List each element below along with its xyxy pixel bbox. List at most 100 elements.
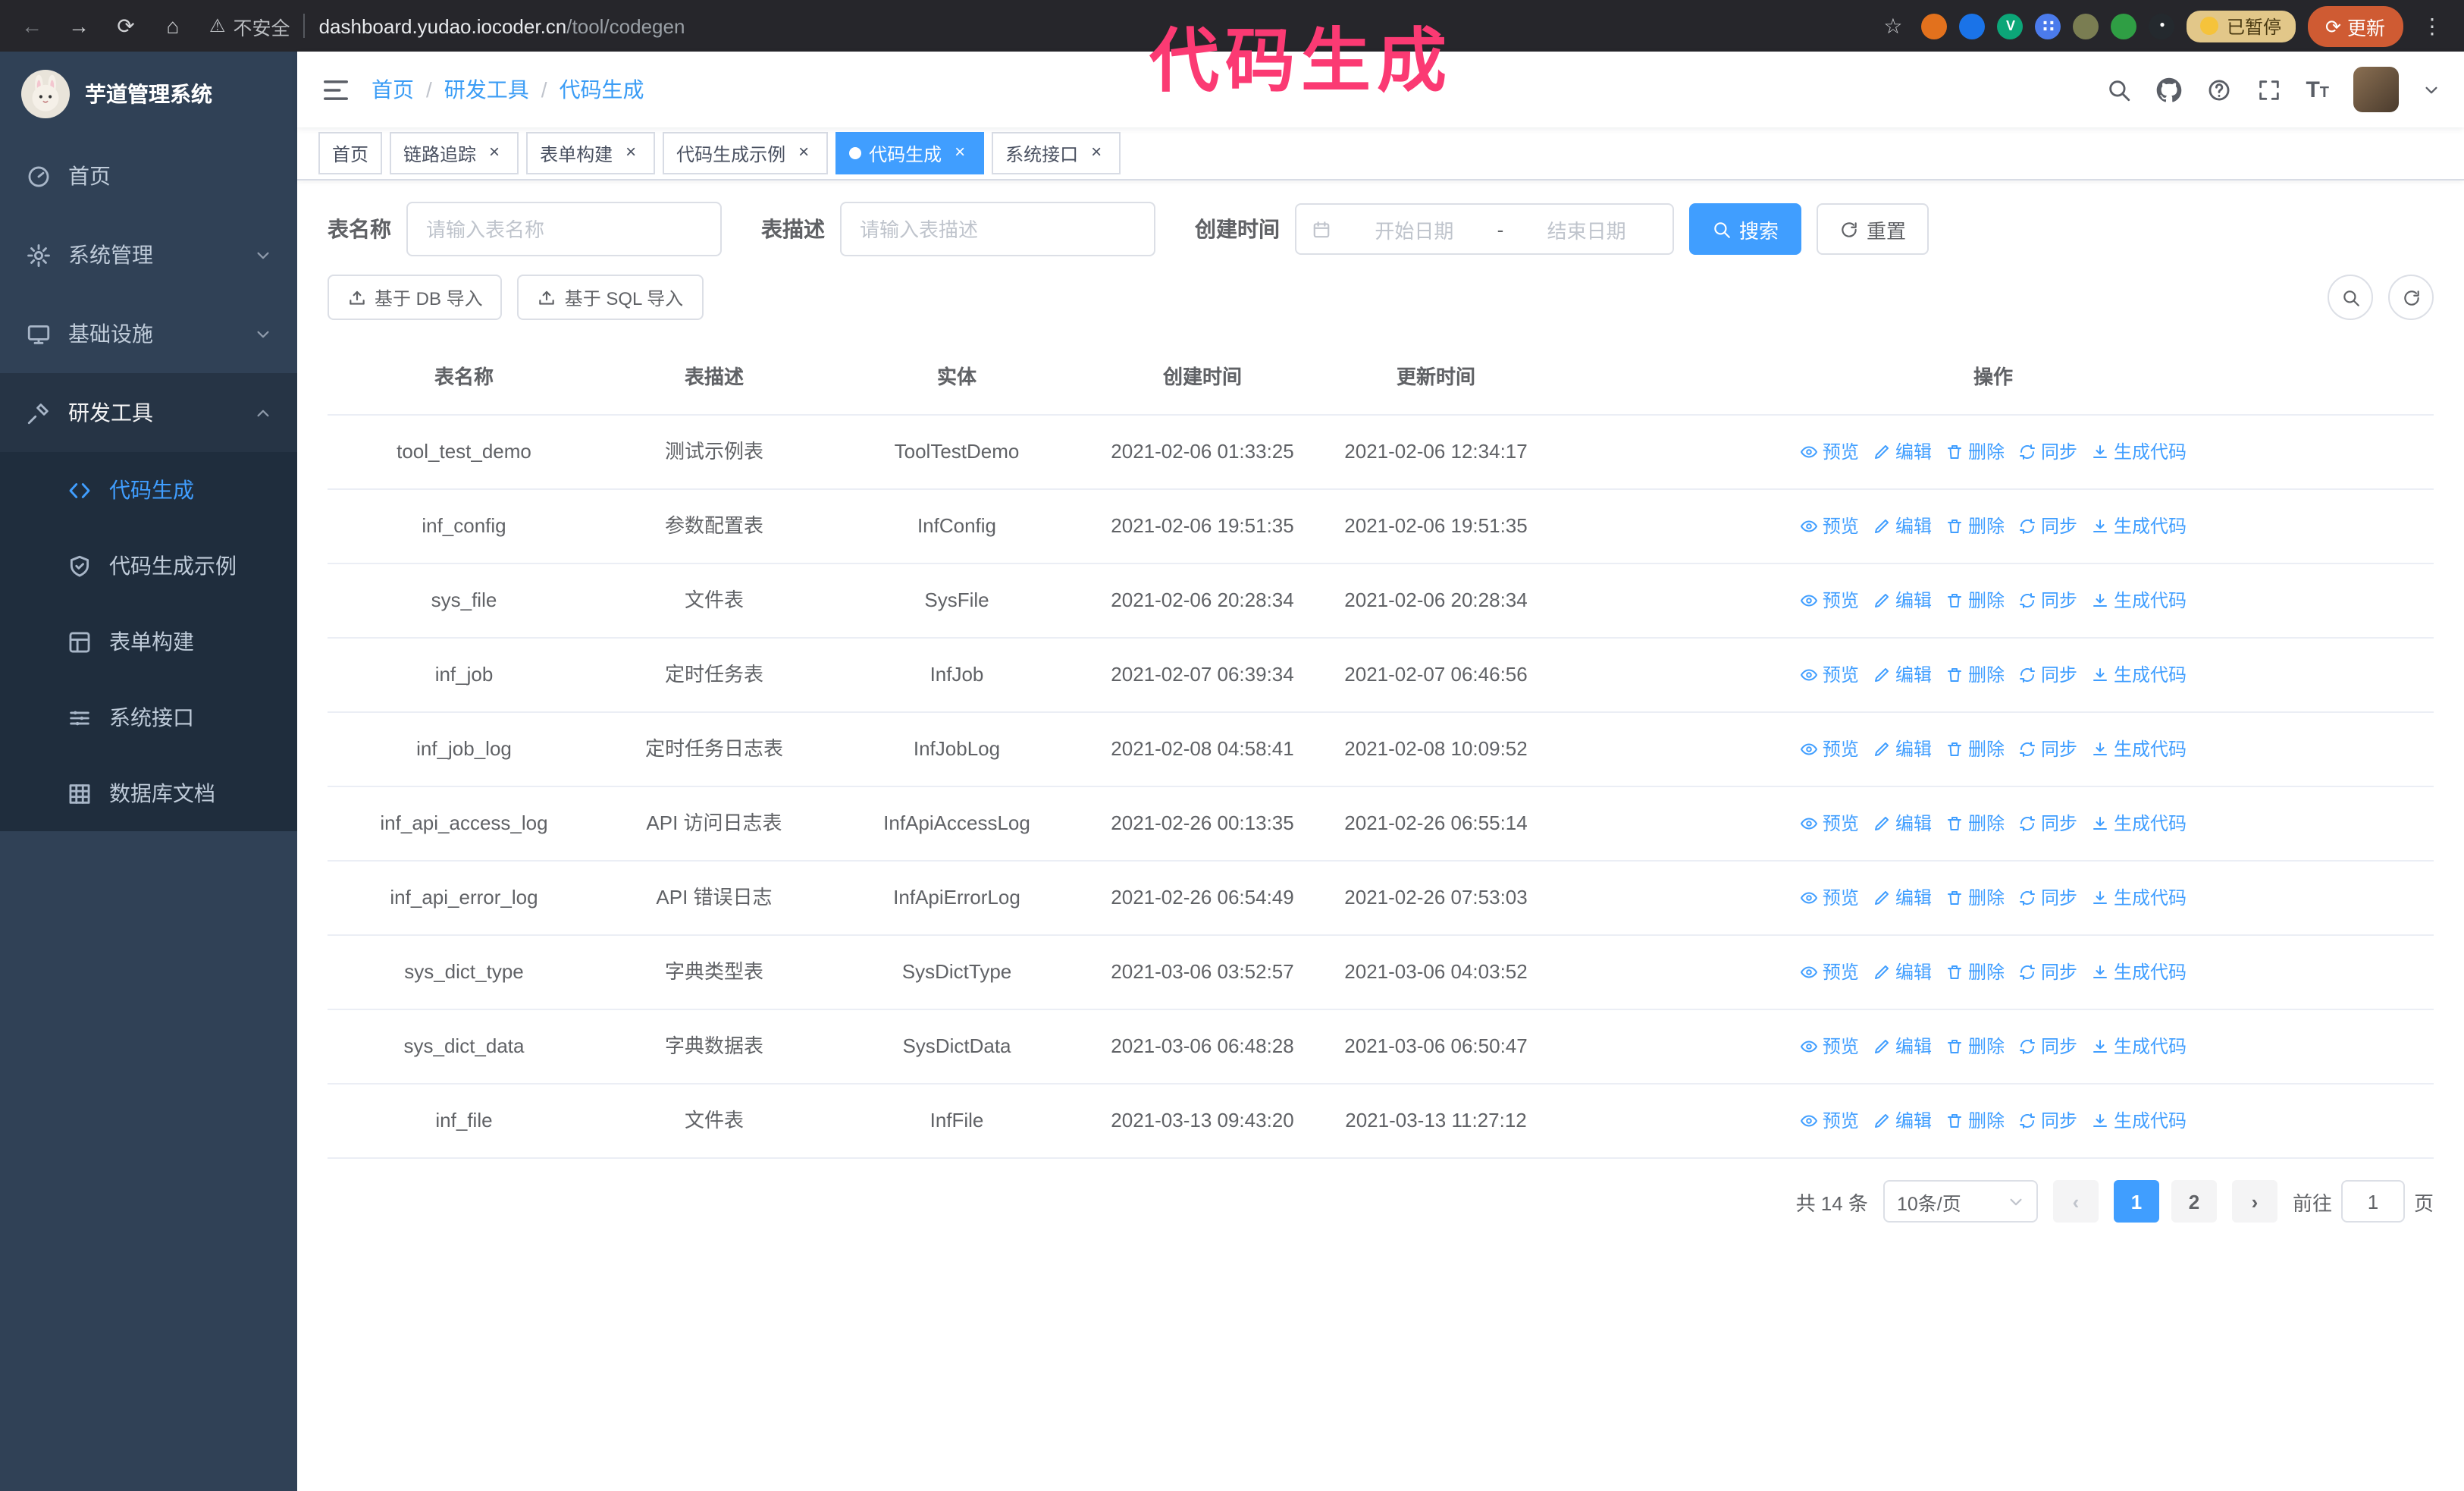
logo[interactable]: 芋道管理系统	[0, 52, 297, 137]
generate-code-link[interactable]: 生成代码	[2091, 1030, 2187, 1063]
view-tag[interactable]: 代码生成示例 ×	[663, 132, 829, 174]
sync-link[interactable]: 同步	[2018, 510, 2077, 543]
close-icon[interactable]: ×	[793, 142, 814, 164]
refresh-list-button[interactable]	[2388, 275, 2434, 320]
sync-link[interactable]: 同步	[2018, 1030, 2077, 1063]
view-tag[interactable]: 系统接口 ×	[992, 132, 1121, 174]
next-page-button[interactable]: ›	[2231, 1180, 2277, 1223]
toggle-search-button[interactable]	[2328, 275, 2373, 320]
sync-link[interactable]: 同步	[2018, 1104, 2077, 1138]
preview-link[interactable]: 预览	[1800, 435, 1859, 469]
import-sql-button[interactable]: 基于 SQL 导入	[517, 275, 704, 320]
close-icon[interactable]: ×	[484, 142, 505, 164]
sync-link[interactable]: 同步	[2018, 435, 2077, 469]
preview-link[interactable]: 预览	[1800, 881, 1859, 915]
extension-icon-5[interactable]	[2073, 13, 2099, 39]
sidebar-subitem-code[interactable]: 代码生成	[0, 452, 297, 528]
extension-icon-2[interactable]	[1959, 13, 1986, 39]
extension-icon-1[interactable]	[1921, 13, 1948, 39]
browser-forward-icon[interactable]: →	[62, 9, 96, 42]
generate-code-link[interactable]: 生成代码	[2091, 435, 2187, 469]
sync-link[interactable]: 同步	[2018, 658, 2077, 692]
preview-link[interactable]: 预览	[1800, 510, 1859, 543]
edit-link[interactable]: 编辑	[1873, 435, 1932, 469]
edit-link[interactable]: 编辑	[1873, 1030, 1932, 1063]
edit-link[interactable]: 编辑	[1873, 658, 1932, 692]
generate-code-link[interactable]: 生成代码	[2091, 881, 2187, 915]
edit-link[interactable]: 编辑	[1873, 956, 1932, 989]
edit-link[interactable]: 编辑	[1873, 733, 1932, 766]
address-url[interactable]: dashboard.yudao.iocoder.cn/tool/codegen	[319, 14, 685, 37]
view-tag[interactable]: 链路追踪 ×	[390, 132, 519, 174]
extension-icon-3[interactable]	[1997, 13, 2024, 39]
delete-link[interactable]: 删除	[1945, 435, 2005, 469]
page-button-1[interactable]: 1	[2113, 1180, 2159, 1223]
help-icon[interactable]	[2205, 77, 2231, 102]
view-tag[interactable]: 首页 ×	[318, 132, 383, 174]
sync-link[interactable]: 同步	[2018, 881, 2077, 915]
preview-link[interactable]: 预览	[1800, 658, 1859, 692]
generate-code-link[interactable]: 生成代码	[2091, 1104, 2187, 1138]
sidebar-subitem-shield-check[interactable]: 代码生成示例	[0, 528, 297, 604]
edit-link[interactable]: 编辑	[1873, 807, 1932, 840]
sidebar-subitem-form-builder[interactable]: 表单构建	[0, 604, 297, 680]
delete-link[interactable]: 删除	[1945, 1030, 2005, 1063]
page-size-select[interactable]: 10条/页	[1882, 1180, 2038, 1223]
edit-link[interactable]: 编辑	[1873, 510, 1932, 543]
breadcrumb-home[interactable]: 首页	[371, 74, 414, 105]
avatar-caret-icon[interactable]	[2423, 81, 2440, 98]
view-tag[interactable]: 表单构建 ×	[526, 132, 656, 174]
browser-home-icon[interactable]: ⌂	[156, 9, 190, 42]
sidebar-item-infrastructure[interactable]: 基础设施	[0, 294, 297, 373]
extension-icon-7[interactable]	[2149, 13, 2175, 39]
sidebar-item-system[interactable]: 系统管理	[0, 215, 297, 294]
page-button-2[interactable]: 2	[2171, 1180, 2217, 1223]
prev-page-button[interactable]: ‹	[2052, 1180, 2099, 1223]
delete-link[interactable]: 删除	[1945, 1104, 2005, 1138]
sidebar-subitem-api[interactable]: 系统接口	[0, 680, 297, 755]
edit-link[interactable]: 编辑	[1873, 584, 1932, 617]
goto-page-input[interactable]	[2340, 1180, 2405, 1223]
generate-code-link[interactable]: 生成代码	[2091, 658, 2187, 692]
paused-badge[interactable]: 已暂停	[2187, 10, 2295, 42]
close-icon[interactable]: ×	[1086, 142, 1107, 164]
delete-link[interactable]: 删除	[1945, 510, 2005, 543]
delete-link[interactable]: 删除	[1945, 733, 2005, 766]
edit-link[interactable]: 编辑	[1873, 881, 1932, 915]
delete-link[interactable]: 删除	[1945, 881, 2005, 915]
preview-link[interactable]: 预览	[1800, 1030, 1859, 1063]
close-icon[interactable]: ×	[949, 142, 970, 164]
table-name-input[interactable]	[406, 202, 722, 256]
update-button[interactable]: ⟳ 更新	[2307, 5, 2403, 46]
sidebar-item-devtools[interactable]: 研发工具	[0, 373, 297, 452]
extension-icon-4[interactable]	[2035, 13, 2061, 39]
generate-code-link[interactable]: 生成代码	[2091, 584, 2187, 617]
delete-link[interactable]: 删除	[1945, 956, 2005, 989]
hamburger-icon[interactable]	[321, 75, 350, 104]
sync-link[interactable]: 同步	[2018, 584, 2077, 617]
create-time-range-picker[interactable]: 开始日期 - 结束日期	[1295, 203, 1674, 255]
close-icon[interactable]: ×	[620, 142, 641, 164]
user-avatar[interactable]	[2353, 67, 2399, 112]
generate-code-link[interactable]: 生成代码	[2091, 733, 2187, 766]
sync-link[interactable]: 同步	[2018, 807, 2077, 840]
generate-code-link[interactable]: 生成代码	[2091, 807, 2187, 840]
preview-link[interactable]: 预览	[1800, 956, 1859, 989]
preview-link[interactable]: 预览	[1800, 1104, 1859, 1138]
security-indicator[interactable]: ⚠ 不安全	[209, 11, 290, 40]
sidebar-item-home[interactable]: 首页	[0, 137, 297, 215]
preview-link[interactable]: 预览	[1800, 584, 1859, 617]
generate-code-link[interactable]: 生成代码	[2091, 510, 2187, 543]
preview-link[interactable]: 预览	[1800, 807, 1859, 840]
edit-link[interactable]: 编辑	[1873, 1104, 1932, 1138]
delete-link[interactable]: 删除	[1945, 584, 2005, 617]
bookmark-star-icon[interactable]: ☆	[1876, 9, 1910, 42]
font-size-icon[interactable]: TT	[2306, 78, 2329, 101]
kebab-menu-icon[interactable]: ⋮	[2415, 9, 2449, 42]
extension-icon-6[interactable]	[2111, 13, 2137, 39]
breadcrumb-devtools[interactable]: 研发工具	[444, 74, 529, 105]
sidebar-subitem-database-doc[interactable]: 数据库文档	[0, 755, 297, 831]
preview-link[interactable]: 预览	[1800, 733, 1859, 766]
github-icon[interactable]	[2155, 77, 2181, 102]
reset-button[interactable]: 重置	[1817, 203, 1930, 255]
